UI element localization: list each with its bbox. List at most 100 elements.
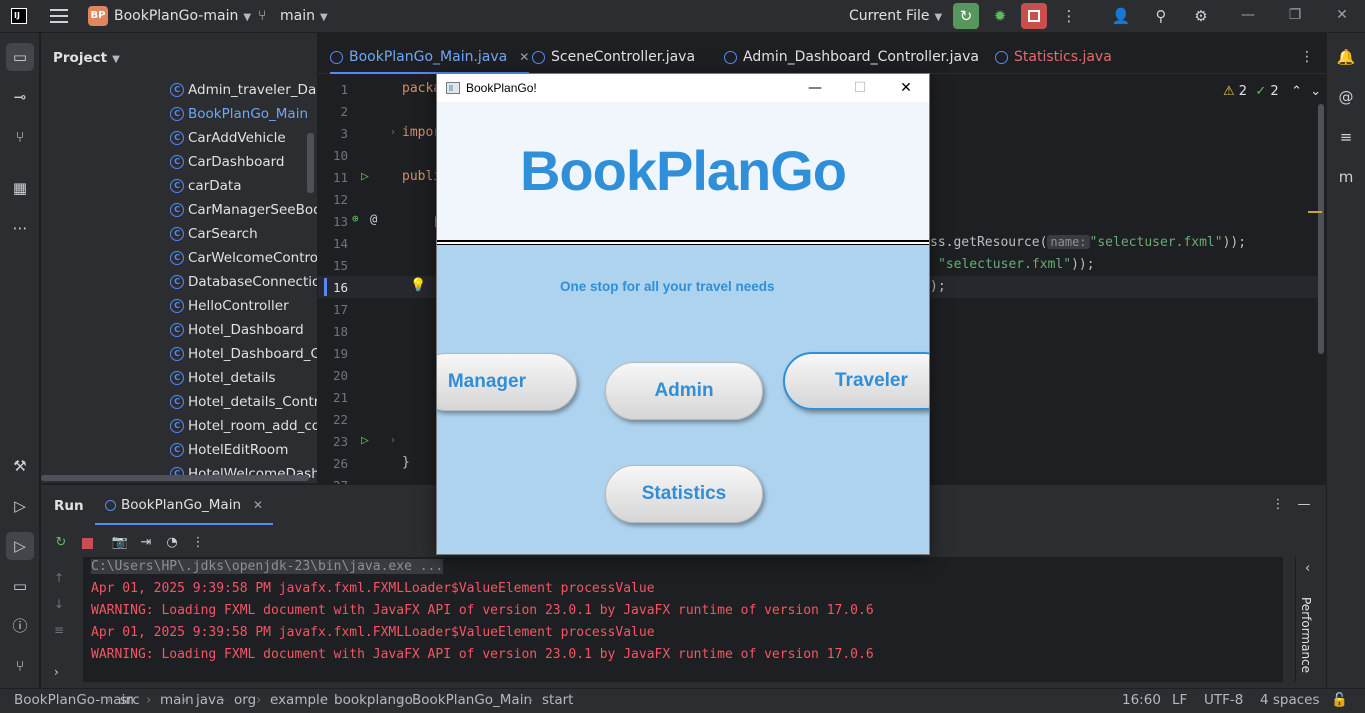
add-user-button[interactable]: 👤 xyxy=(1108,3,1134,29)
line-separator[interactable]: LF xyxy=(1172,692,1187,708)
minimize-window-button[interactable]: — xyxy=(1233,7,1263,23)
terminal-tool-button[interactable]: ▭ xyxy=(6,572,34,600)
soft-wrap-icon[interactable]: ≡ xyxy=(54,623,64,637)
breadcrumb-item[interactable]: main xyxy=(160,692,194,708)
screenshot-button[interactable]: 📷 xyxy=(110,535,130,553)
breadcrumb-item[interactable]: start xyxy=(542,692,573,708)
maven-tool-button[interactable]: m xyxy=(1332,163,1360,191)
project-badge[interactable]: BP xyxy=(88,6,108,26)
console-output[interactable]: C:\Users\HP\.jdks\openjdk-23\bin\java.ex… xyxy=(83,557,1283,682)
project-tree-item[interactable]: C HelloController xyxy=(170,294,289,318)
inspection-widget[interactable]: ⚠ 2 ✓ 2 ⌃ ⌄ xyxy=(1223,84,1321,99)
app-close-button[interactable]: ✕ xyxy=(883,76,929,102)
project-tree-item[interactable]: C BookPlanGo_Main xyxy=(170,102,308,126)
project-horizontal-scrollbar[interactable] xyxy=(41,474,317,482)
services-tool-button[interactable]: ▷ xyxy=(6,492,34,520)
close-window-button[interactable]: ✕ xyxy=(1327,7,1357,23)
project-tree-item[interactable]: C Hotel_room_add_con xyxy=(170,414,317,438)
project-tree-item[interactable]: C Admin_traveler_Dash xyxy=(170,78,317,102)
tab-statistics[interactable]: Statistics.java xyxy=(995,41,1112,74)
more-tools-button[interactable]: ⋯ xyxy=(6,214,34,242)
project-tree-item[interactable]: CcarData xyxy=(170,174,241,198)
project-tree-item[interactable]: C Hotel_details_Contro xyxy=(170,390,317,414)
stop-run-button[interactable] xyxy=(77,535,97,553)
close-tab-icon[interactable]: ✕ xyxy=(253,498,263,512)
project-vertical-scrollbar[interactable] xyxy=(307,133,314,193)
breadcrumb-item[interactable]: BookPlanGo-main xyxy=(14,692,134,708)
project-tree-item[interactable]: C Hotel_details xyxy=(170,366,276,390)
project-tree-item[interactable]: C CarSearch xyxy=(170,222,258,246)
rerun-button[interactable]: ↻ xyxy=(51,535,71,553)
breadcrumb-item[interactable]: src xyxy=(120,692,140,708)
project-tree-item[interactable]: C HotelEditRoom xyxy=(170,438,288,462)
scroll-up-icon[interactable]: ↑ xyxy=(54,571,64,585)
maximize-window-button[interactable]: ❐ xyxy=(1280,7,1310,23)
traveler-button[interactable]: Traveler xyxy=(783,352,929,410)
build-tool-button[interactable]: ⚒ xyxy=(6,452,34,480)
run-more-button[interactable]: ⋮ xyxy=(188,535,208,553)
rerun-button[interactable]: ↻ xyxy=(953,3,979,29)
exit-button[interactable]: ⇥ xyxy=(136,535,156,553)
fold-icon[interactable]: › xyxy=(390,435,396,446)
project-panel-title[interactable]: Project ▼ xyxy=(53,50,120,66)
breadcrumb-item[interactable]: BookPlanGo_Main xyxy=(412,692,532,708)
structure-tool-button[interactable]: ▦ xyxy=(6,174,34,202)
project-tool-button[interactable]: ▭ xyxy=(6,43,34,71)
statistics-button[interactable]: Statistics xyxy=(605,465,763,523)
project-tree-item[interactable]: C CarAddVehicle xyxy=(170,126,286,150)
project-tree-item[interactable]: C CarManagerSeeBook xyxy=(170,198,317,222)
project-tree-item[interactable]: C DatabaseConnection xyxy=(170,270,317,294)
breadcrumb-item[interactable]: org xyxy=(234,692,256,708)
main-menu-icon[interactable] xyxy=(50,9,68,23)
manager-button[interactable]: Manager xyxy=(437,353,577,411)
editor-vertical-scrollbar[interactable] xyxy=(1318,104,1324,354)
ai-assistant-tool-button[interactable]: @ xyxy=(1332,83,1360,111)
run-panel-options-button[interactable]: ⋮ xyxy=(1268,497,1288,515)
project-tree-item[interactable]: C Hotel_Dashboard xyxy=(170,318,304,342)
profiler-button[interactable]: ◔ xyxy=(162,535,182,553)
tab-bookplango-main[interactable]: BookPlanGo_Main.java ✕ xyxy=(330,41,530,74)
project-tree-item[interactable]: C Hotel_Dashboard_Co xyxy=(170,342,317,366)
override-gutter-icon[interactable]: ⊕ xyxy=(352,212,359,225)
scroll-down-icon[interactable]: ↓ xyxy=(54,597,64,611)
close-tab-icon[interactable]: ✕ xyxy=(519,50,529,64)
stop-button[interactable] xyxy=(1021,3,1047,29)
problems-tool-button[interactable]: ⓘ xyxy=(6,612,34,640)
lock-icon[interactable]: 🔓 xyxy=(1331,692,1348,708)
commit-tool-button[interactable]: ⊸ xyxy=(6,83,34,111)
expand-icon[interactable]: › xyxy=(54,665,59,679)
fold-icon[interactable]: › xyxy=(390,127,396,138)
app-titlebar[interactable]: BookPlanGo! — ☐ ✕ xyxy=(437,74,929,102)
chevron-down-icon[interactable]: ⌄ xyxy=(1310,84,1321,99)
tab-admin-dashboard-controller[interactable]: Admin_Dashboard_Controller.java xyxy=(724,41,979,74)
more-actions-button[interactable]: ⋮ xyxy=(1056,3,1082,29)
chevron-up-icon[interactable]: ⌃ xyxy=(1291,84,1302,99)
performance-label[interactable]: Performance xyxy=(1299,597,1313,673)
git-tool-button[interactable]: ⑂ xyxy=(6,652,34,680)
search-button[interactable]: ⚲ xyxy=(1148,3,1174,29)
tab-scene-controller[interactable]: SceneController.java xyxy=(532,41,695,74)
database-tool-button[interactable]: ≡ xyxy=(1332,123,1360,151)
app-minimize-button[interactable]: — xyxy=(792,76,838,102)
project-selector[interactable]: BookPlanGo-main ▼ xyxy=(114,8,251,24)
notifications-tool-button[interactable]: 🔔 xyxy=(1332,43,1360,71)
admin-button[interactable]: Admin xyxy=(605,362,763,420)
chevron-left-icon[interactable]: ‹ xyxy=(1305,561,1310,576)
run-gutter-icon[interactable]: ▷ xyxy=(361,433,369,448)
run-gutter-icon[interactable]: ▷ xyxy=(361,169,369,184)
editor-warning-stripe[interactable] xyxy=(1308,211,1322,213)
run-tool-button[interactable]: ▷ xyxy=(6,532,34,560)
settings-button[interactable]: ⚙ xyxy=(1188,3,1214,29)
lightbulb-icon[interactable]: 💡 xyxy=(410,278,426,293)
caret-position[interactable]: 16:60 xyxy=(1122,692,1161,708)
hide-panel-button[interactable]: — xyxy=(1294,497,1314,515)
run-config-selector[interactable]: Current File ▼ xyxy=(849,8,942,24)
pull-requests-tool-button[interactable]: ⑂ xyxy=(6,123,34,151)
indent-setting[interactable]: 4 spaces xyxy=(1260,692,1320,708)
project-tree-item[interactable]: C CarDashboard xyxy=(170,150,285,174)
debug-button[interactable]: ✹ xyxy=(987,3,1013,29)
app-maximize-button[interactable]: ☐ xyxy=(837,76,883,102)
tabs-more-button[interactable]: ⋮ xyxy=(1300,41,1314,74)
run-tab-bookplango-main[interactable]: BookPlanGo_Main ✕ xyxy=(95,485,274,525)
file-encoding[interactable]: UTF-8 xyxy=(1204,692,1243,708)
